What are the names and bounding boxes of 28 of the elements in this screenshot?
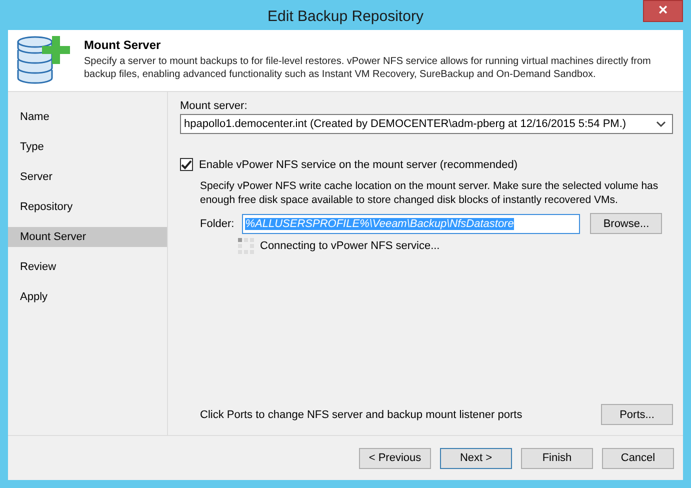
wizard-button[interactable]: < Previous bbox=[359, 448, 431, 468]
chevron-down-icon bbox=[656, 120, 666, 128]
page-heading: Mount Server bbox=[84, 38, 162, 52]
connection-status: Connecting to vPower NFS service... bbox=[260, 240, 440, 252]
browse-button[interactable]: Browse... bbox=[590, 213, 662, 234]
wizard-button[interactable]: Next > bbox=[440, 448, 512, 468]
database-add-icon bbox=[16, 34, 72, 84]
window-title: Edit Backup Repository bbox=[268, 8, 424, 24]
wizard-step[interactable]: Review bbox=[8, 257, 167, 277]
loading-icon bbox=[238, 238, 254, 254]
wizard-button[interactable]: Finish bbox=[521, 448, 593, 468]
ports-button[interactable]: Ports... bbox=[601, 404, 673, 425]
wizard-step[interactable]: Name bbox=[8, 107, 167, 127]
mount-server-label: Mount server: bbox=[180, 100, 248, 112]
nfs-checkbox-label: Enable vPower NFS service on the mount server (recommended) bbox=[199, 158, 518, 170]
cache-description: Specify vPower NFS write cache location on the mount server. Make sure the selected volume has enough free disk space available to store changed disk blocks of instantly recovered VMs. bbox=[200, 179, 660, 207]
wizard-step[interactable]: Apply bbox=[8, 287, 167, 307]
wizard-step[interactable]: Type bbox=[8, 137, 167, 157]
wizard-step[interactable]: Mount Server bbox=[8, 227, 167, 247]
wizard-step[interactable]: Server bbox=[8, 167, 167, 187]
nfs-checkbox[interactable] bbox=[180, 158, 193, 171]
page-description: Specify a server to mount backups to for file-level restores. vPower NFS service allows for running virtual machines directly from backup files, enabling advanced functionality such as Instant VM Recovery, SureBackup and On-Demand Sandbox. bbox=[84, 55, 652, 81]
ports-hint: Click Ports to change NFS server and backup mount listener ports bbox=[200, 408, 522, 420]
close-button[interactable]: × bbox=[643, 0, 683, 22]
wizard-button[interactable]: Cancel bbox=[602, 448, 674, 468]
folder-label: Folder: bbox=[200, 218, 234, 230]
mount-server-dropdown[interactable]: hpapollo1.democenter.int (Created by DEMOCENTER\adm-pberg at 12/16/2015 5:54 PM.) bbox=[180, 114, 673, 134]
wizard-step[interactable]: Repository bbox=[8, 197, 167, 217]
